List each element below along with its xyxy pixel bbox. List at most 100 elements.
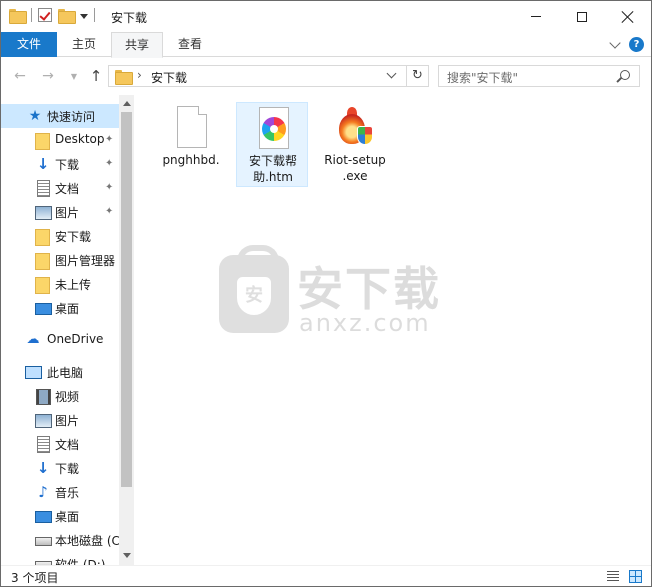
sidebar-item-local-disk-c[interactable]: 本地磁盘 (C	[1, 528, 120, 552]
tab-share[interactable]: 共享	[111, 32, 163, 58]
sidebar-item-pc-downloads[interactable]: ↓ 下载	[1, 456, 119, 480]
large-icons-view-icon[interactable]	[629, 570, 642, 583]
sidebar-item-downloads[interactable]: ↓ 下载 ✦	[1, 152, 119, 176]
tab-view[interactable]: 查看	[165, 32, 215, 57]
desktop-icon	[35, 300, 52, 316]
file-item-pnghhbd[interactable]: pnghhbd.	[155, 102, 227, 187]
download-icon: ↓	[36, 155, 50, 173]
sidebar-item-label: 文档	[55, 438, 80, 452]
blank-file-icon	[171, 106, 211, 150]
sidebar-item-music[interactable]: ♪ 音乐	[1, 480, 119, 504]
picture-icon	[35, 204, 52, 220]
sidebar-item-label: 桌面	[55, 510, 80, 524]
folder-icon[interactable]	[9, 8, 27, 24]
uac-shield-icon	[357, 126, 373, 145]
sidebar-item-label: 本地磁盘 (C	[55, 534, 120, 548]
folder-icon	[35, 252, 51, 270]
document-icon	[35, 436, 51, 453]
file-name: pnghhbd.	[155, 152, 227, 168]
htm-file-icon	[253, 107, 293, 151]
forward-arrow-icon[interactable]: →	[39, 67, 57, 85]
sidebar-item-quick-access[interactable]: ★ 快速访问	[1, 104, 119, 128]
title-bar: 安下载	[1, 1, 651, 32]
close-button[interactable]	[605, 1, 651, 32]
sidebar-item-desktop[interactable]: Desktop ✦	[1, 128, 119, 152]
properties-check-icon[interactable]	[38, 8, 52, 22]
maximize-icon	[577, 11, 587, 22]
recent-locations-chevron-down-icon[interactable]: ▼	[65, 67, 83, 85]
toolbar-divider	[94, 8, 95, 22]
maximize-button[interactable]	[559, 1, 605, 32]
sidebar-item-label: 未上传	[55, 278, 92, 292]
file-item-anxz-help-htm[interactable]: 安下载帮 助.htm	[236, 102, 308, 187]
breadcrumb-current-folder[interactable]: 安下载	[151, 69, 187, 86]
sidebar-item-label: 音乐	[55, 486, 80, 500]
watermark-badge: 安	[237, 277, 271, 315]
file-name-line: 助.htm	[253, 170, 293, 184]
sidebar-scrollbar[interactable]	[119, 95, 134, 565]
help-icon[interactable]: ?	[629, 37, 644, 52]
sidebar-item-label: 此电脑	[47, 366, 84, 380]
sidebar-item-label: 文档	[55, 182, 80, 196]
sidebar-item-label: 图片管理器	[55, 254, 116, 268]
sidebar-item-pictures[interactable]: 图片 ✦	[1, 200, 119, 224]
up-arrow-icon[interactable]: ↑	[87, 67, 105, 85]
pin-icon: ✦	[105, 182, 114, 193]
customize-toolbar-chevron-down-icon[interactable]	[80, 14, 88, 19]
search-input[interactable]: 搜索"安下载"	[447, 69, 518, 86]
breadcrumb-chevron-right-icon[interactable]: ›	[137, 68, 142, 82]
sidebar-item-videos[interactable]: 视频	[1, 384, 119, 408]
search-icon[interactable]	[620, 70, 630, 80]
scroll-down-arrow-icon[interactable]	[123, 553, 131, 558]
sidebar-item-pc-documents[interactable]: 文档	[1, 432, 119, 456]
close-icon	[622, 11, 634, 23]
address-bar[interactable]: › 安下载 ↻	[108, 65, 429, 87]
file-name-line: .exe	[342, 169, 368, 183]
file-name-line: Riot-setup	[324, 153, 386, 167]
watermark: 安 安下载 anxz.com	[219, 245, 439, 341]
pin-icon: ✦	[105, 134, 114, 145]
sidebar-item-label: 软件 (D:)	[55, 558, 106, 565]
ribbon-tabs: 文件 主页 共享 查看 ?	[1, 32, 651, 58]
sidebar-item-label: 快速访问	[47, 110, 96, 124]
back-arrow-icon[interactable]: ←	[11, 67, 29, 85]
sidebar-item-this-pc[interactable]: 此电脑	[1, 360, 119, 384]
pin-icon: ✦	[105, 158, 114, 169]
sidebar-item-onedrive[interactable]: ☁ OneDrive	[1, 328, 119, 352]
expand-ribbon-chevron-down-icon[interactable]	[609, 37, 621, 49]
sidebar-item-not-uploaded[interactable]: 未上传	[1, 272, 119, 296]
exe-file-icon	[335, 106, 375, 150]
sidebar-item-pc-pictures[interactable]: 图片	[1, 408, 119, 432]
scroll-up-arrow-icon[interactable]	[123, 101, 131, 106]
navigation-bar: ← → ▼ ↑ › 安下载 ↻ 搜索"安下载"	[1, 58, 651, 94]
disk-icon	[35, 556, 52, 565]
shopping-bag-logo-icon: 安	[219, 245, 289, 333]
sidebar-item-desktop-cn[interactable]: 桌面	[1, 296, 119, 320]
details-view-icon[interactable]	[607, 571, 619, 582]
watermark-subtitle: anxz.com	[299, 309, 431, 337]
computer-icon	[25, 364, 42, 380]
folder-icon	[35, 228, 51, 246]
folder-icon	[115, 70, 133, 85]
sidebar-item-anxz[interactable]: 安下载	[1, 224, 119, 248]
pin-icon: ✦	[105, 206, 114, 217]
folder-icon	[35, 276, 51, 294]
quick-access-toolbar	[9, 8, 95, 24]
address-history-chevron-down-icon[interactable]	[386, 68, 397, 79]
new-folder-icon[interactable]	[58, 8, 76, 24]
file-name: 安下载帮 助.htm	[237, 153, 309, 185]
sidebar-item-software-d[interactable]: 软件 (D:)	[1, 552, 119, 565]
pinwheel-icon	[262, 117, 286, 141]
sidebar-item-pc-desktop[interactable]: 桌面	[1, 504, 119, 528]
refresh-icon[interactable]: ↻	[406, 66, 428, 86]
file-item-riot-setup-exe[interactable]: Riot-setup .exe	[319, 102, 391, 187]
file-name-line: pnghhbd.	[162, 153, 220, 167]
sidebar-item-documents[interactable]: 文档 ✦	[1, 176, 119, 200]
search-box[interactable]: 搜索"安下载"	[438, 65, 640, 87]
sidebar-item-picture-manager[interactable]: 图片管理器	[1, 248, 119, 272]
tab-home[interactable]: 主页	[59, 32, 109, 57]
tab-file[interactable]: 文件	[1, 32, 57, 57]
scroll-thumb[interactable]	[121, 112, 132, 487]
window-title: 安下载	[111, 11, 148, 25]
minimize-button[interactable]	[513, 1, 559, 32]
